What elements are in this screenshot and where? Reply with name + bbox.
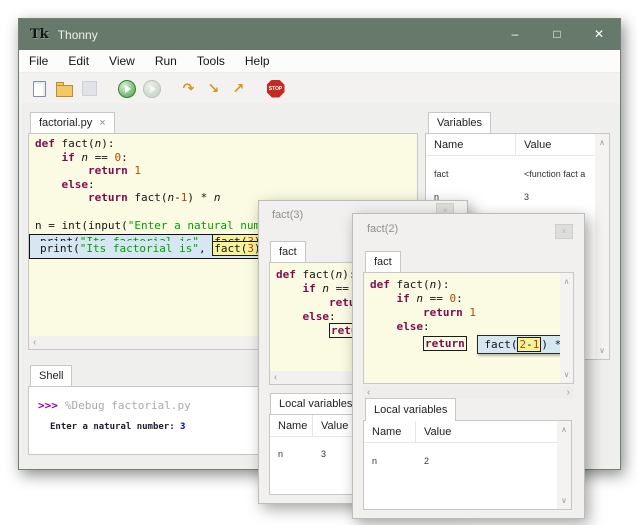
run-icon [118,80,136,98]
menu-file[interactable]: File [19,54,58,68]
frame-tab-label: fact [374,256,392,268]
frame-code-panel: def fact(n): if n == 0: return 1 else: r… [363,272,574,384]
scroll-down-icon[interactable]: ∨ [599,346,605,355]
local-variables-panel: Name Value n 2 ∧ ∨ [363,420,572,510]
menu-run[interactable]: Run [145,54,187,68]
value-column-header[interactable]: Value [416,421,557,442]
stdin-echo-text: 3 [180,422,185,432]
local-variables-tab-label: Local variables [374,404,447,416]
variable-name: n [364,456,416,466]
save-icon [82,81,97,96]
maximize-button[interactable]: □ [536,19,578,50]
scroll-left-icon[interactable]: ‹ [367,387,370,398]
shell-tab-label: Shell [39,370,63,382]
frame-code-tab[interactable]: fact [365,251,401,272]
menu-edit[interactable]: Edit [58,54,99,68]
scroll-right-icon[interactable]: › [567,387,570,398]
variables-tab-label: Variables [437,117,482,129]
scroll-up-icon[interactable]: ∧ [564,277,570,286]
value-column-header[interactable]: Value [516,134,595,155]
open-folder-icon [56,85,73,97]
debug-script-button [142,79,161,98]
menu-tools[interactable]: Tools [187,54,235,68]
table-row[interactable]: fact <function fact a [426,162,595,185]
frame-tab-label: fact [279,246,297,258]
menu-help[interactable]: Help [235,54,280,68]
scroll-up-icon[interactable]: ∧ [561,425,567,434]
variable-name: n [270,449,313,459]
shell-magic-command: %Debug factorial.py [65,399,191,412]
frame-title: fact(2) [367,223,398,235]
frame-code[interactable]: def fact(n): if n == 0: return 1 else: r… [364,273,560,383]
new-file-button[interactable] [30,79,49,98]
step-over-icon: ↷ [183,82,195,96]
minimize-button[interactable]: – [494,19,536,50]
debug-icon [143,80,161,98]
local-variables-tab-label: Local variables [279,398,352,410]
name-column-header[interactable]: Name [270,415,313,436]
local-variables-tab[interactable]: Local variables [270,393,361,414]
scroll-left-icon[interactable]: ‹ [33,337,36,348]
variables-vertical-scrollbar[interactable]: ∧ ∨ [595,134,609,359]
variable-value: 2 [416,456,557,466]
stop-icon: STOP [267,80,285,98]
frame-window-fact2: fact(2) × fact def fact(n): if n == 0: r… [352,213,585,519]
step-into-icon: ↘ [208,82,220,96]
open-file-button[interactable] [55,79,74,98]
scroll-down-icon[interactable]: ∨ [564,370,570,379]
locals-vertical-scrollbar[interactable]: ∧ ∨ [557,421,571,509]
scroll-up-icon[interactable]: ∧ [599,138,605,147]
scroll-left-icon[interactable]: ‹ [274,372,277,383]
window-title: Thonny [58,28,98,42]
locals-header: Name Value [364,421,557,443]
frame-vertical-scrollbar[interactable]: ∧ ∨ [560,273,573,383]
name-column-header[interactable]: Name [364,421,416,442]
variables-tab[interactable]: Variables [428,112,491,133]
frame-title: fact(3) [272,209,303,221]
table-row[interactable]: n 2 [364,449,557,472]
editor-tab-close-icon[interactable]: × [99,117,105,129]
window-controls: – □ ✕ [494,19,620,50]
shell-prompt: >>> [38,399,58,412]
title-bar[interactable]: Tk Thonny – □ ✕ [19,19,620,50]
scroll-down-icon[interactable]: ∨ [561,496,567,505]
run-script-button[interactable] [117,79,136,98]
name-column-header[interactable]: Name [426,134,516,155]
step-into-button[interactable]: ↘ [204,79,223,98]
save-file-button [80,79,99,98]
editor-tab[interactable]: factorial.py × [30,112,115,133]
variables-header: Name Value [426,134,595,156]
editor-tab-label: factorial.py [39,117,92,129]
toolbar: ↷ ↘ ↗ STOP [19,73,620,104]
variable-value: <function fact a [516,169,595,179]
stop-button[interactable]: STOP [266,79,285,98]
focus-statement-box: print("Its factorial is", fact(3)) print… [29,234,278,259]
menu-view[interactable]: View [99,54,145,68]
focus-box-active-line: print("Its factorial is", fact(3)) [30,241,277,258]
step-out-button[interactable]: ↗ [229,79,248,98]
program-output-text: Enter a natural number: [50,422,180,432]
close-button[interactable]: ✕ [578,19,620,50]
shell-tab[interactable]: Shell [30,365,72,386]
new-file-icon [33,81,46,97]
local-variables-tab[interactable]: Local variables [365,398,456,421]
frame-code-tab[interactable]: fact [270,241,306,262]
menu-bar: File Edit View Run Tools Help [19,50,620,73]
step-out-icon: ↗ [233,82,245,96]
app-icon: Tk [30,27,49,42]
frame-close-button[interactable]: × [555,224,573,239]
variable-value: 3 [516,192,595,202]
step-over-button[interactable]: ↷ [179,79,198,98]
variable-name: fact [426,169,516,179]
